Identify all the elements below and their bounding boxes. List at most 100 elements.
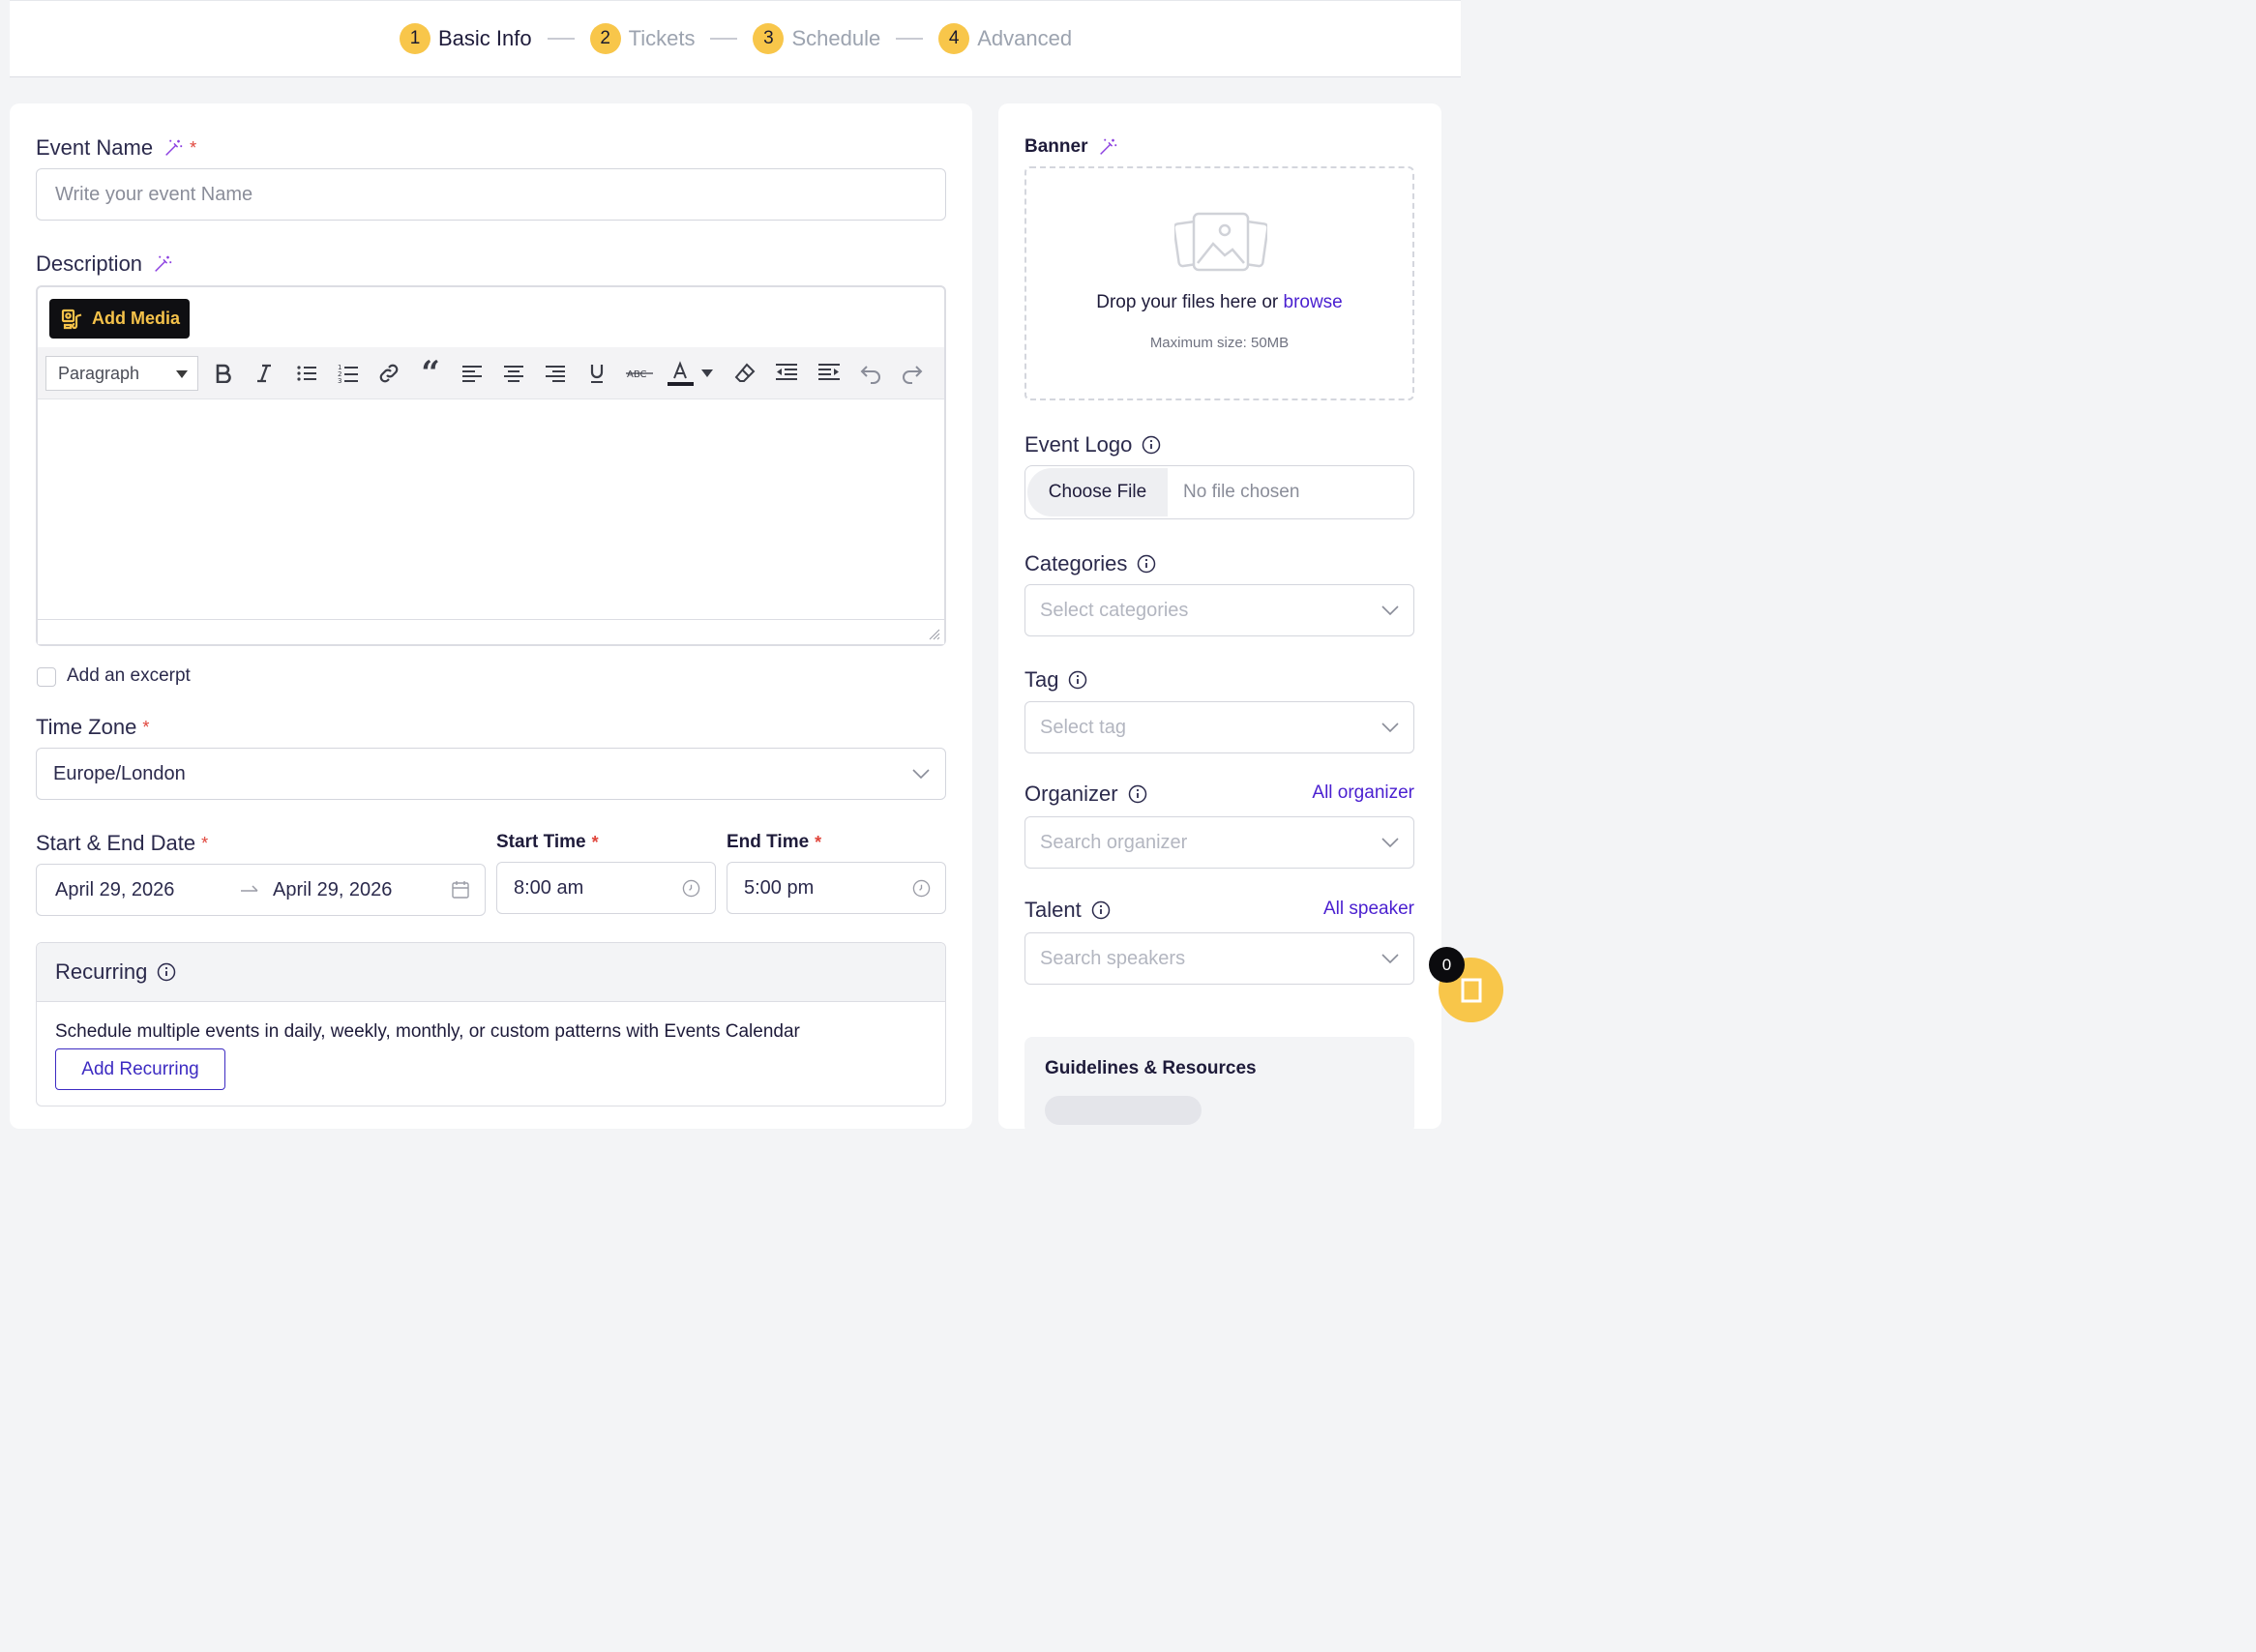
- tag-select[interactable]: Select tag: [1024, 701, 1414, 753]
- all-speaker-link[interactable]: All speaker: [1209, 899, 1414, 920]
- chevron-down-icon: [1381, 838, 1399, 848]
- start-time-label-text: Start Time: [496, 832, 586, 852]
- description-editor: Add Media Paragraph 123 “ ABC: [36, 285, 946, 646]
- align-right-icon[interactable]: [543, 361, 568, 386]
- chevron-down-icon: [1381, 723, 1399, 733]
- step-basic-info[interactable]: 1 Basic Info: [400, 23, 532, 54]
- step-divider: [710, 38, 738, 40]
- image-placeholder-icon: [1174, 212, 1267, 272]
- caret-down-icon: [176, 370, 188, 378]
- text-color-icon[interactable]: [667, 361, 696, 386]
- start-date-value: April 29, 2026: [55, 879, 175, 900]
- step-advanced[interactable]: 4 Advanced: [938, 23, 1072, 54]
- redo-icon[interactable]: [900, 361, 925, 386]
- recurring-title: Recurring: [55, 959, 148, 984]
- indent-icon[interactable]: [816, 361, 842, 386]
- recurring-panel: Recurring Schedule multiple events in da…: [36, 942, 946, 1106]
- event-name-label: Event Name *: [36, 135, 196, 161]
- date-range-picker[interactable]: April 29, 2026 April 29, 2026: [36, 864, 486, 916]
- talent-search[interactable]: Search speakers: [1024, 932, 1414, 985]
- step-number: 2: [589, 23, 621, 54]
- resize-handle-icon[interactable]: [929, 629, 940, 640]
- media-icon: [61, 309, 82, 329]
- date-range-label: Start & End Date *: [36, 831, 208, 856]
- info-icon[interactable]: [1091, 900, 1111, 920]
- step-schedule[interactable]: 3 Schedule: [753, 23, 880, 54]
- step-number: 1: [400, 23, 430, 54]
- categories-select[interactable]: Select categories: [1024, 584, 1414, 636]
- dropzone-text-main: Drop your files here or: [1096, 292, 1284, 312]
- organizer-label-text: Organizer: [1024, 782, 1118, 806]
- date-range-label-text: Start & End Date: [36, 831, 196, 855]
- max-size-note: Maximum size: 50MB: [1149, 335, 1290, 351]
- timezone-label-text: Time Zone: [36, 715, 137, 739]
- info-icon[interactable]: [1137, 554, 1156, 574]
- all-organizer-link[interactable]: All organizer: [1209, 782, 1414, 804]
- info-icon[interactable]: [157, 962, 176, 982]
- step-divider: [547, 38, 575, 40]
- info-icon[interactable]: [1068, 670, 1087, 690]
- choose-file-button[interactable]: Choose File: [1027, 468, 1168, 516]
- align-center-icon[interactable]: [501, 361, 526, 386]
- info-icon[interactable]: [1128, 784, 1147, 804]
- editor-content-area[interactable]: [38, 400, 944, 619]
- undo-icon[interactable]: [858, 361, 883, 386]
- step-number: 4: [938, 23, 970, 54]
- end-time-label: End Time *: [727, 832, 821, 853]
- categories-label: Categories: [1024, 551, 1156, 576]
- event-name-input[interactable]: Write your event Name: [36, 168, 946, 221]
- info-icon[interactable]: [1142, 435, 1161, 455]
- organizer-label: Organizer: [1024, 782, 1147, 807]
- start-time-value: 8:00 am: [514, 876, 584, 899]
- underline-icon[interactable]: [584, 361, 609, 386]
- start-time-input[interactable]: 8:00 am: [496, 862, 716, 914]
- italic-icon[interactable]: [252, 361, 277, 386]
- banner-dropzone[interactable]: Drop your files here or browse Maximum s…: [1024, 166, 1414, 400]
- guidelines-chip[interactable]: [1045, 1096, 1202, 1125]
- svg-text:3: 3: [338, 377, 341, 384]
- format-select-value: Paragraph: [58, 363, 140, 383]
- event-logo-file-input[interactable]: Choose File No file chosen: [1024, 465, 1414, 519]
- step-label: Schedule: [791, 26, 881, 50]
- magic-wand-icon[interactable]: [152, 253, 173, 275]
- numbered-list-icon[interactable]: 123: [336, 361, 361, 386]
- description-label-text: Description: [36, 251, 143, 276]
- align-left-icon[interactable]: [460, 361, 485, 386]
- banner-label: Banner: [1024, 136, 1118, 158]
- excerpt-checkbox[interactable]: [37, 667, 56, 687]
- banner-label-text: Banner: [1024, 136, 1088, 157]
- recurring-header: Recurring: [37, 943, 945, 1002]
- chevron-down-icon: [1381, 954, 1399, 964]
- end-time-input[interactable]: 5:00 pm: [727, 862, 946, 914]
- timezone-label: Time Zone *: [36, 715, 149, 740]
- step-label: Advanced: [977, 26, 1073, 50]
- talent-label: Talent: [1024, 898, 1111, 923]
- format-select[interactable]: Paragraph: [45, 356, 198, 391]
- add-media-label: Add Media: [92, 309, 181, 328]
- bold-icon[interactable]: [211, 361, 236, 386]
- link-icon[interactable]: [376, 361, 401, 386]
- magic-wand-icon[interactable]: [1097, 136, 1118, 158]
- clock-icon: [682, 879, 700, 898]
- step-tickets[interactable]: 2 Tickets: [589, 23, 696, 54]
- timezone-select[interactable]: Europe/London: [36, 748, 946, 800]
- organizer-search[interactable]: Search organizer: [1024, 816, 1414, 869]
- add-recurring-button[interactable]: Add Recurring: [55, 1048, 225, 1090]
- end-time-label-text: End Time: [727, 832, 810, 852]
- blockquote-icon[interactable]: “: [418, 354, 443, 393]
- clear-formatting-icon[interactable]: [732, 361, 757, 386]
- stepper-bar: 1 Basic Info 2 Tickets 3 Schedule 4 Adva…: [10, 0, 1461, 77]
- start-time-label: Start Time *: [496, 832, 599, 853]
- browse-link[interactable]: browse: [1284, 292, 1343, 312]
- categories-label-text: Categories: [1024, 551, 1128, 575]
- description-label: Description: [36, 251, 173, 277]
- required-marker: *: [201, 833, 209, 853]
- add-media-button[interactable]: Add Media: [49, 299, 190, 339]
- strikethrough-icon[interactable]: ABC: [625, 361, 654, 386]
- caret-down-icon[interactable]: [699, 361, 715, 386]
- step-label: Tickets: [628, 26, 696, 50]
- magic-wand-icon[interactable]: [163, 137, 184, 159]
- chevron-down-icon: [1381, 605, 1399, 616]
- bullet-list-icon[interactable]: [294, 361, 319, 386]
- outdent-icon[interactable]: [774, 361, 799, 386]
